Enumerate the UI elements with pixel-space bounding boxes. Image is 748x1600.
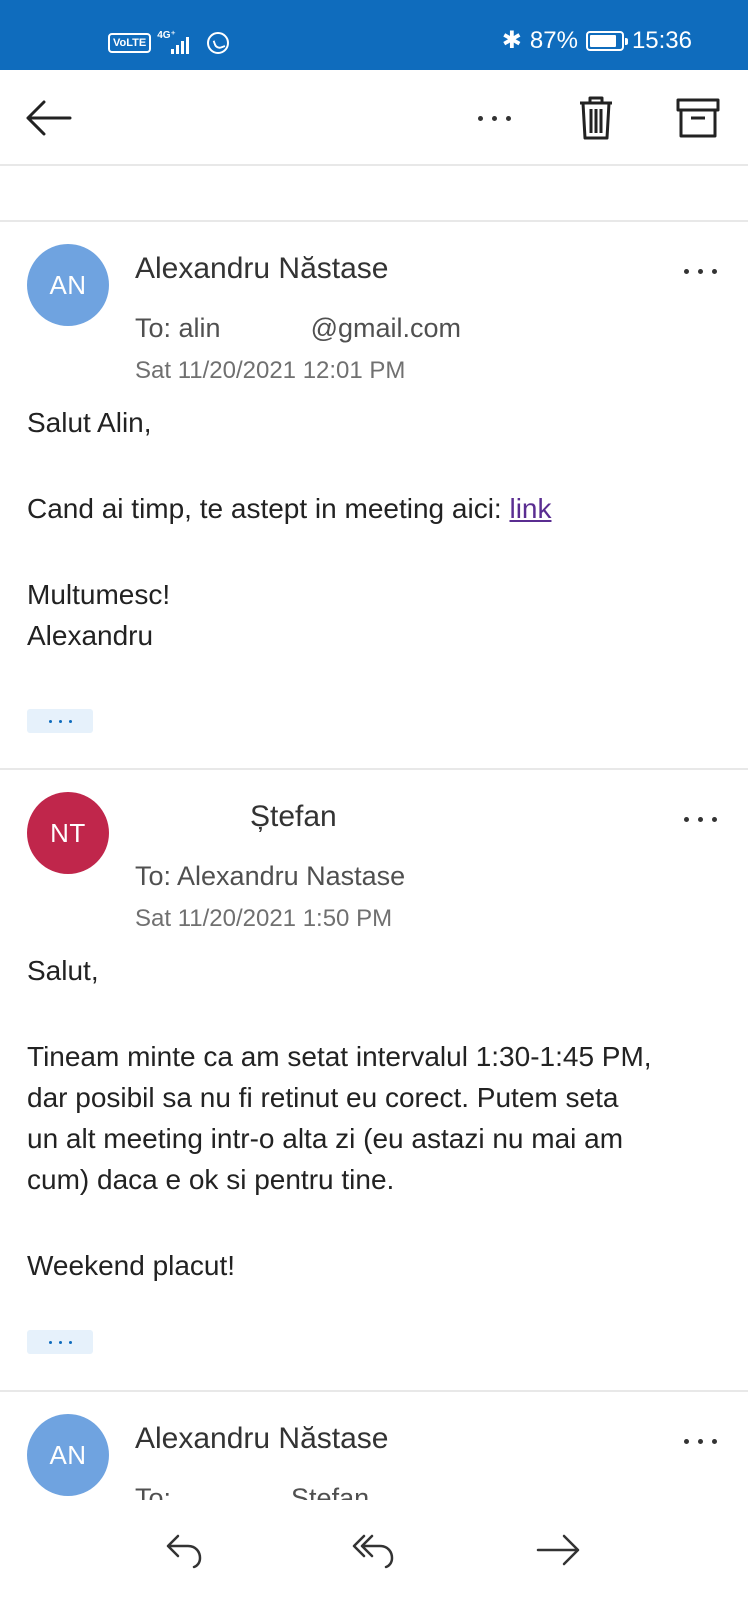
body-line: Cand ai timp, te astept in meeting aici:… (27, 493, 552, 524)
message-body: Salut Alin, Cand ai timp, te astept in m… (27, 402, 727, 656)
reply-all-button[interactable] (346, 1522, 402, 1578)
show-quoted-button[interactable] (27, 1330, 93, 1354)
sender-name[interactable]: Alexandru Năstase (135, 1422, 388, 1456)
avatar: AN (27, 1414, 109, 1496)
recipient-line: To: Alexandru Nastase (135, 861, 406, 891)
message-card: NT Ștefan To: Alexandru Nastase Sat 11/2… (0, 772, 748, 1392)
more-horizontal-icon (48, 1340, 72, 1344)
archive-button[interactable] (670, 92, 726, 144)
reply-icon (166, 1534, 202, 1569)
recipient-line: To: alin @gmail.com (135, 313, 462, 343)
message-card: AN Alexandru Năstase To: alin @gmail.com… (0, 224, 748, 770)
trash-icon (580, 96, 612, 140)
message-card: AN Alexandru Năstase To: Stefan (0, 1394, 748, 1500)
reply-all-icon (352, 1534, 394, 1569)
sender-name[interactable]: Alexandru Năstase (135, 252, 388, 286)
archive-icon (676, 98, 720, 138)
message-more-button[interactable] (676, 1426, 724, 1456)
more-horizontal-icon (477, 115, 511, 121)
body-greeting: Salut Alin, (27, 407, 152, 438)
message-more-button[interactable] (676, 804, 724, 834)
status-bar: VoLTE 4G⁺ ✱ 87% 15:36 (0, 0, 748, 70)
bottom-action-bar (0, 1500, 748, 1600)
forward-button[interactable] (530, 1522, 586, 1578)
message-date: Sat 11/20/2021 1:50 PM (135, 905, 393, 932)
body-signature: Alexandru (27, 620, 154, 651)
message-toolbar (0, 70, 748, 166)
whatsapp-icon (207, 32, 230, 54)
reply-button[interactable] (156, 1522, 212, 1578)
battery-icon (585, 30, 628, 51)
bluetooth-icon: ✱ (501, 27, 522, 54)
body-closing: Weekend placut! (27, 1250, 236, 1281)
avatar: AN (27, 244, 109, 326)
message-more-button[interactable] (676, 256, 724, 286)
avatar: NT (27, 792, 109, 874)
body-line: cum) daca e ok si pentru tine. (27, 1164, 395, 1195)
message-body: Salut, Tineam minte ca am setat interval… (27, 950, 727, 1286)
status-left: VoLTE 4G⁺ (108, 28, 230, 58)
back-button[interactable] (20, 92, 76, 144)
body-line: Tineam minte ca am setat intervalul 1:30… (27, 1041, 652, 1072)
recipient-line: To: Stefan (135, 1483, 370, 1500)
show-quoted-button[interactable] (27, 709, 93, 733)
battery-percent: 87% (529, 26, 578, 54)
more-horizontal-icon (683, 816, 717, 822)
more-horizontal-icon (48, 719, 72, 723)
body-line: dar posibil sa nu fi retinut eu corect. … (27, 1082, 619, 1113)
body-greeting: Salut, (27, 955, 99, 986)
more-horizontal-icon (683, 268, 717, 274)
forward-icon (536, 1534, 580, 1566)
arrow-left-icon (26, 100, 72, 136)
status-right: ✱ 87% 15:36 (502, 26, 692, 55)
sender-name[interactable]: Ștefan (250, 800, 337, 834)
message-date: Sat 11/20/2021 12:01 PM (135, 357, 406, 384)
body-closing: Multumesc! (27, 579, 171, 610)
collapsed-thread-strip (0, 166, 748, 222)
body-line: un alt meeting intr-o alta zi (eu astazi… (27, 1123, 624, 1154)
meeting-link[interactable]: link (509, 493, 551, 524)
volte-indicator: VoLTE (108, 33, 152, 53)
more-horizontal-icon (683, 1438, 717, 1444)
delete-button[interactable] (570, 92, 622, 144)
signal-icon: 4G⁺ (157, 30, 201, 56)
status-time: 15:36 (631, 26, 692, 54)
more-options-button[interactable] (468, 96, 520, 140)
